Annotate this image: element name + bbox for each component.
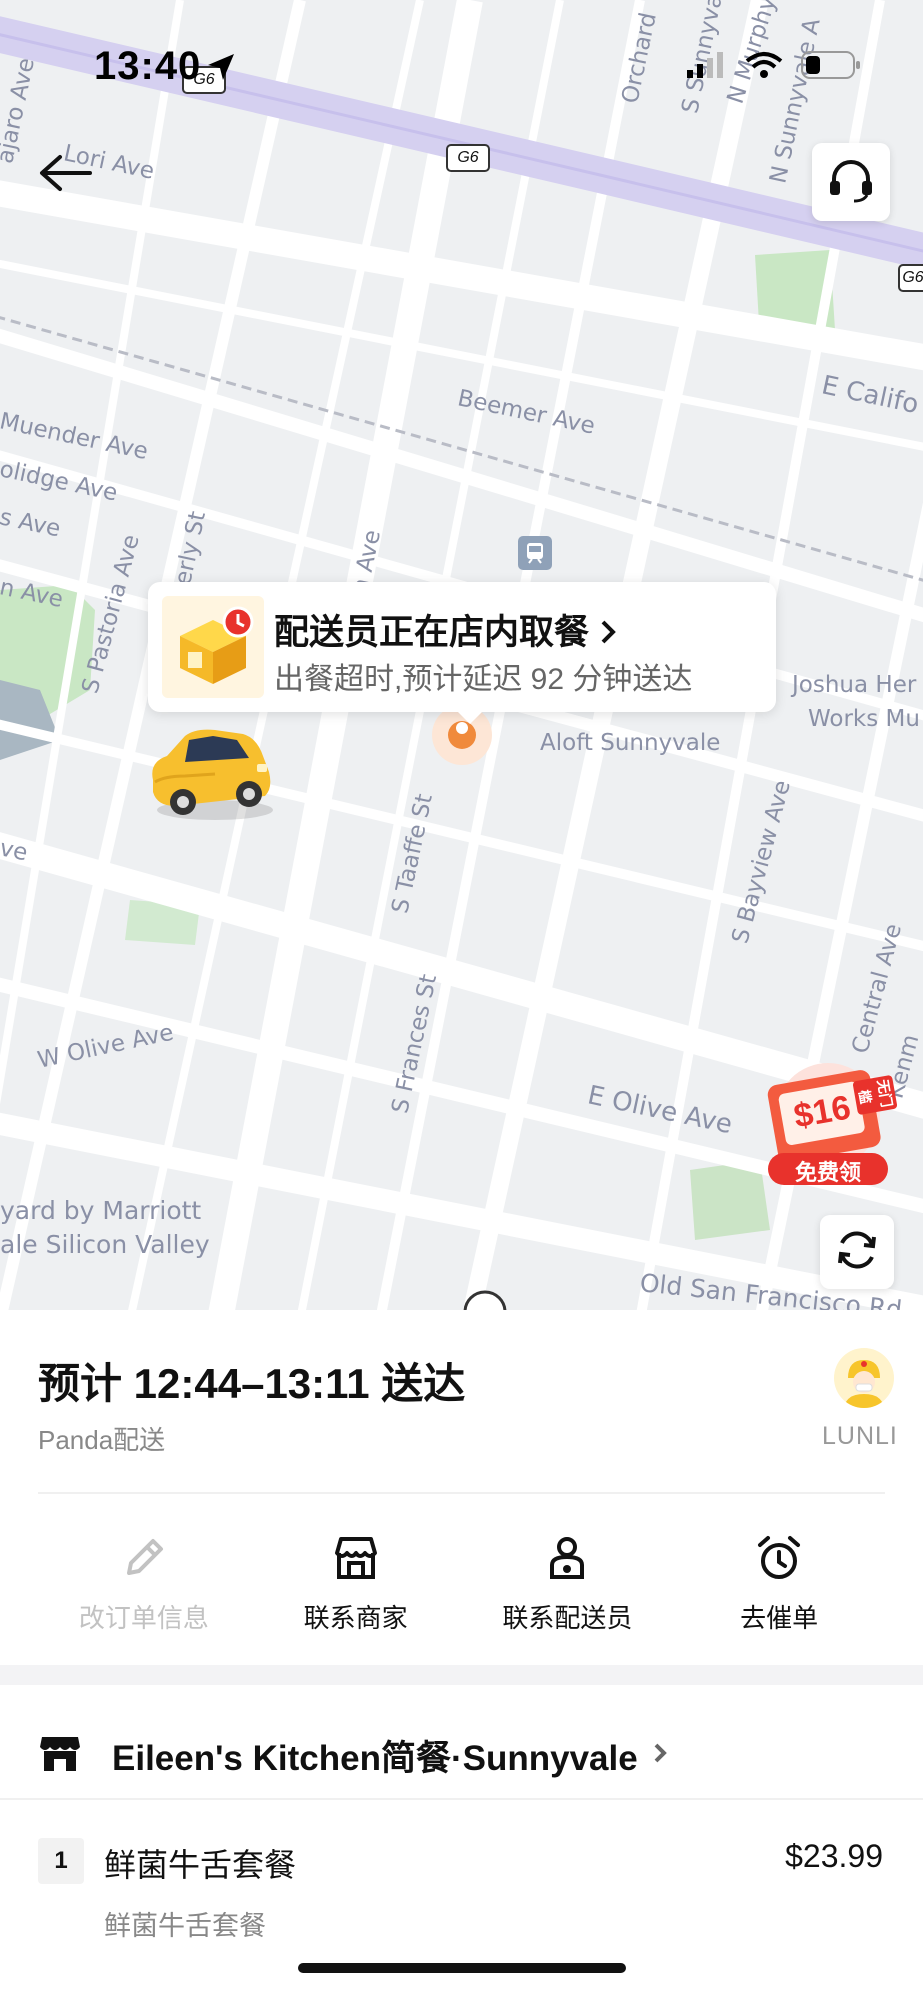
chevron-right-icon	[652, 1739, 670, 1772]
courier-icon	[542, 1530, 592, 1586]
status-bar-icons	[687, 50, 861, 85]
contact-merchant-button[interactable]: 联系商家	[250, 1530, 462, 1640]
arrow-left-icon	[38, 153, 92, 198]
map-label: ale Silicon Valley	[0, 1230, 210, 1259]
battery-icon	[801, 50, 861, 85]
divider	[38, 1492, 885, 1494]
action-label: 改订单信息	[78, 1603, 209, 1633]
item-description: 鲜菌牛舌套餐	[104, 1911, 266, 1941]
urge-order-button[interactable]: 去催单	[673, 1530, 885, 1640]
courier-car-icon	[145, 722, 277, 829]
item-name: 鲜菌牛舌套餐	[104, 1847, 297, 1883]
location-arrow-icon	[206, 52, 236, 87]
map-label: yard by Marriott	[0, 1196, 202, 1225]
delivery-eta: 预计 12:44–13:11 送达	[38, 1360, 466, 1407]
map-label: Aloft Sunnyvale	[540, 730, 721, 756]
wifi-icon	[745, 51, 783, 84]
item-quantity: 1	[38, 1838, 84, 1884]
refresh-map-button[interactable]	[820, 1215, 894, 1289]
shop-clock-icon	[162, 596, 264, 698]
map-label: Joshua Her	[792, 672, 917, 698]
section-separator	[0, 1665, 923, 1685]
highway-shield: G6	[446, 144, 490, 172]
delivery-map[interactable]: Lori Ave Beemer Ave E Califo Muender Ave…	[0, 0, 923, 1310]
contact-courier-button[interactable]: 联系配送员	[462, 1530, 674, 1640]
store-name: Eileen's Kitchen简餐·Sunnyvale	[112, 1738, 638, 1778]
item-price: $23.99	[785, 1838, 883, 1874]
alarm-clock-icon	[754, 1530, 804, 1586]
refresh-icon	[834, 1227, 880, 1278]
edit-order-button[interactable]: 改订单信息	[38, 1530, 250, 1640]
chevron-right-icon	[599, 615, 619, 655]
customer-service-button[interactable]	[812, 143, 890, 221]
order-status-card[interactable]: 配送员正在店内取餐 出餐超时,预计延迟 92 分钟送达	[148, 582, 776, 724]
cellular-signal-icon	[687, 52, 727, 83]
order-actions: 改订单信息 联系商家 联系配送员 去催单	[38, 1530, 885, 1640]
status-bar-time: 13:40	[94, 44, 202, 88]
train-station-icon	[518, 536, 552, 570]
map-label: Works Mu	[808, 706, 920, 732]
headset-icon	[826, 155, 876, 210]
promo-button-label: 免费领	[794, 1160, 861, 1185]
delivery-type: Panda配送	[38, 1425, 166, 1455]
highway-shield: G6	[898, 264, 923, 292]
action-label: 去催单	[740, 1603, 819, 1633]
courier-avatar[interactable]	[834, 1348, 894, 1408]
store-link[interactable]: Eileen's Kitchen简餐·Sunnyvale	[38, 1720, 885, 1790]
status-subtitle: 出餐超时,预计延迟 92 分钟送达	[274, 663, 693, 696]
back-button[interactable]	[30, 140, 100, 210]
divider	[0, 1798, 923, 1800]
order-details-sheet: 预计 12:44–13:11 送达 Panda配送 LUNLI 改订单信息 联系…	[0, 1310, 923, 2000]
card-pointer	[458, 712, 482, 724]
action-label: 联系配送员	[502, 1603, 633, 1633]
promo-coupon-badge[interactable]: $16 无门槛 免费领	[758, 1055, 898, 1190]
status-title: 配送员正在店内取餐	[274, 604, 619, 655]
courier-name: LUNLI	[822, 1422, 898, 1450]
action-label: 联系商家	[303, 1603, 408, 1633]
store-icon	[38, 1733, 82, 1778]
home-indicator	[298, 1963, 626, 1973]
store-icon	[331, 1530, 381, 1586]
promo-corner-text: 无门槛	[852, 1074, 898, 1116]
map-label: ve	[0, 835, 30, 867]
pencil-icon	[119, 1530, 169, 1586]
